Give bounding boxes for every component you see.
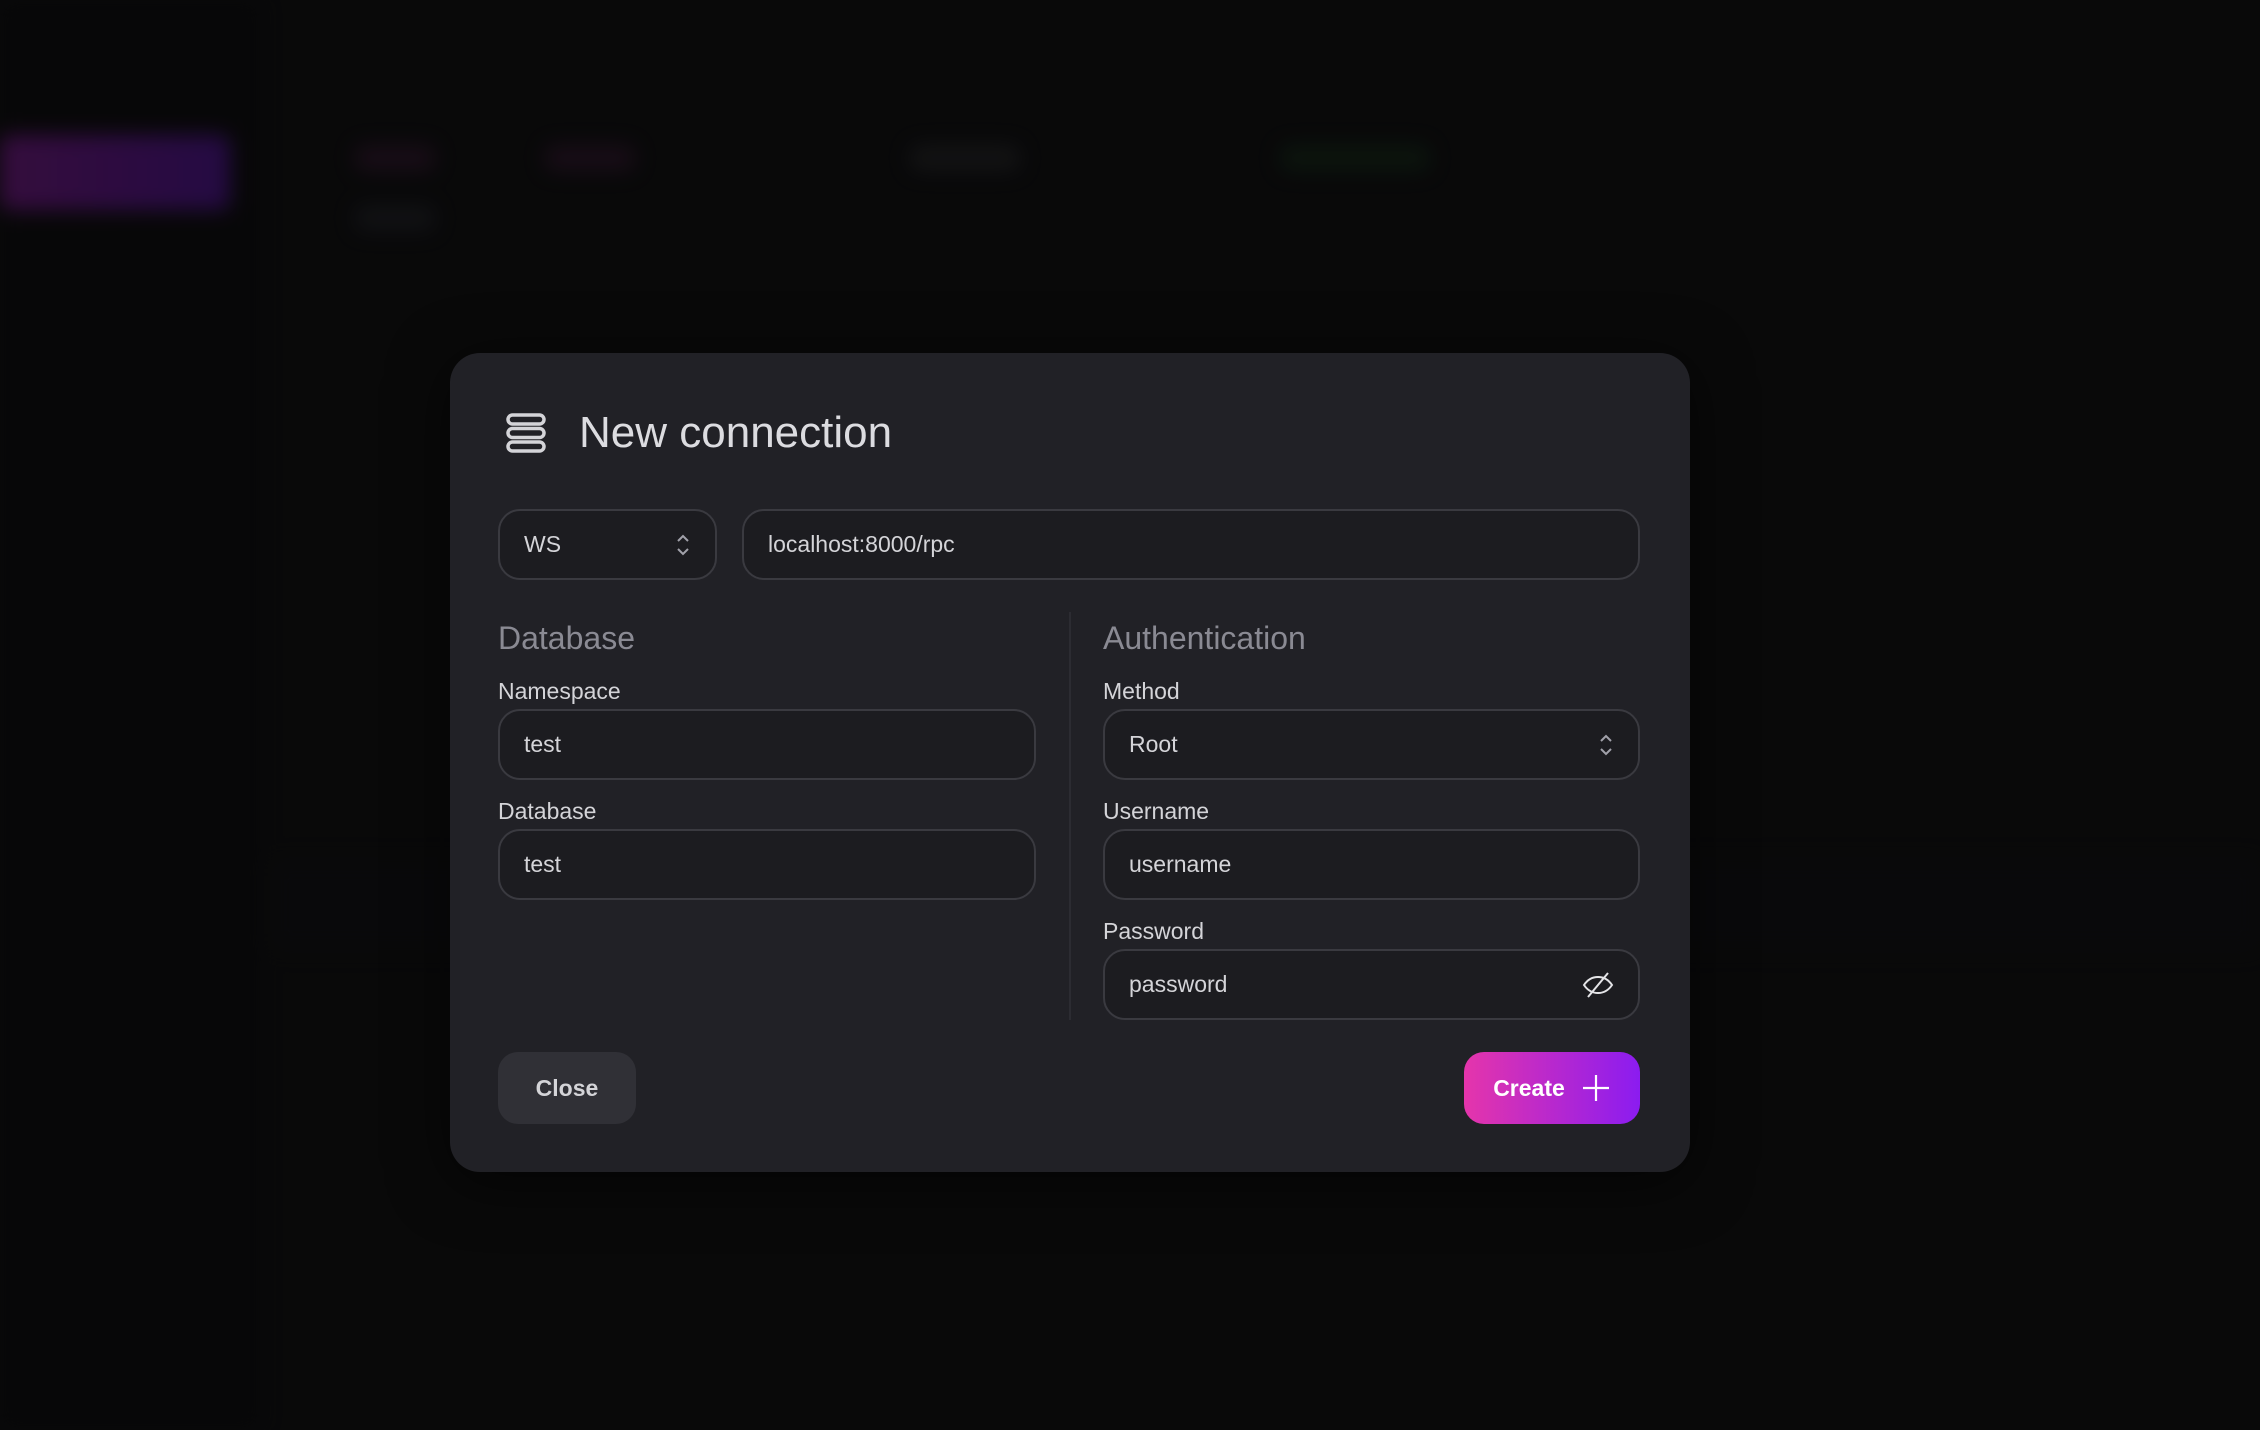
create-label: Create	[1493, 1074, 1565, 1101]
plus-icon	[1582, 1075, 1609, 1101]
method-value: Root	[1129, 731, 1178, 757]
dialog-header: New connection	[505, 408, 892, 458]
dialog-title: New connection	[579, 408, 893, 457]
create-button[interactable]: Create	[1464, 1052, 1640, 1124]
server-stack-icon	[506, 413, 546, 453]
authentication-heading: Authentication	[1103, 620, 1306, 656]
method-label: Method	[1103, 678, 1180, 704]
close-button[interactable]: Close	[498, 1052, 636, 1124]
password-input[interactable]: password	[1103, 949, 1640, 1020]
protocol-select[interactable]: WS	[498, 509, 717, 580]
chevron-up-down-icon	[1600, 734, 1612, 755]
namespace-value: test	[524, 731, 562, 757]
database-input[interactable]: test	[498, 829, 1036, 900]
namespace-input[interactable]: test	[498, 709, 1036, 780]
protocol-value: WS	[524, 531, 562, 557]
method-select[interactable]: Root	[1103, 709, 1640, 780]
chevron-up-down-icon	[677, 534, 689, 555]
password-placeholder: password	[1129, 971, 1228, 997]
section-divider	[1069, 612, 1071, 1020]
endpoint-value: localhost:8000/rpc	[768, 531, 955, 557]
eye-off-icon[interactable]	[1582, 971, 1614, 999]
database-value: test	[524, 851, 562, 877]
namespace-label: Namespace	[498, 678, 621, 704]
password-label: Password	[1103, 918, 1204, 944]
username-input[interactable]: username	[1103, 829, 1640, 900]
database-label: Database	[498, 798, 597, 824]
endpoint-input[interactable]: localhost:8000/rpc	[742, 509, 1640, 580]
new-connection-dialog: New connection WS localhost:8000/rpc Dat…	[450, 353, 1690, 1172]
username-placeholder: username	[1129, 851, 1232, 877]
database-heading: Database	[498, 620, 635, 656]
username-label: Username	[1103, 798, 1210, 824]
